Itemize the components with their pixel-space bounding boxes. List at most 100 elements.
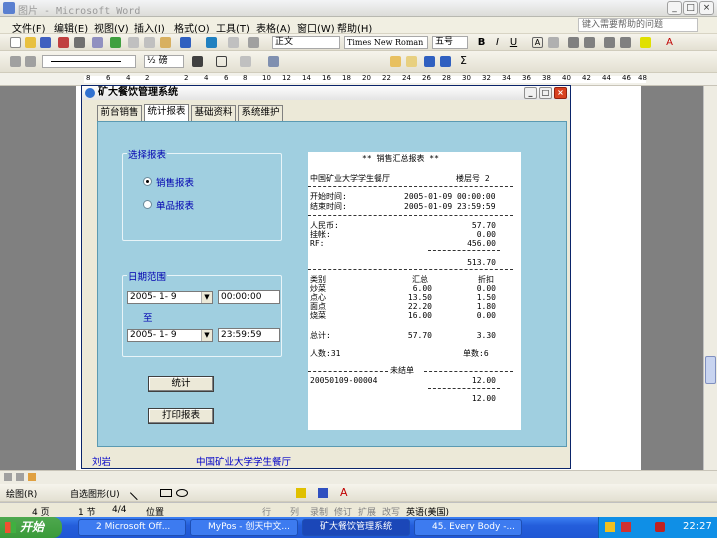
numbering-icon[interactable] — [604, 37, 615, 48]
radio-sales-report[interactable] — [143, 177, 152, 186]
horizontal-scrollbar[interactable] — [0, 470, 717, 484]
clock[interactable]: 22:27 — [683, 521, 712, 532]
menu-help[interactable]: 帮助(H) — [337, 20, 372, 35]
draw-menu[interactable]: 绘图(R) — [6, 487, 37, 500]
spelling-icon[interactable] — [110, 37, 121, 48]
end-date-picker[interactable]: 2005- 1- 9 ▼ — [127, 329, 213, 342]
tray-security-icon[interactable] — [621, 522, 631, 532]
font-size-select[interactable]: 五号 — [432, 36, 468, 49]
line-color-icon[interactable] — [318, 488, 328, 498]
menu-insert[interactable]: 插入(I) — [134, 20, 165, 35]
maximize-button[interactable]: □ — [683, 1, 698, 15]
cut-icon[interactable] — [128, 37, 139, 48]
fill-color-icon[interactable] — [296, 488, 306, 498]
autosum-icon[interactable]: Σ — [458, 54, 469, 67]
app-maximize-button[interactable]: □ — [539, 87, 552, 99]
borders-icon[interactable] — [216, 56, 227, 67]
task-music[interactable]: 45. Every Body -... — [414, 519, 522, 536]
end-time-input[interactable]: 23:59:59 — [218, 328, 280, 342]
highlight-icon[interactable] — [640, 37, 651, 48]
autoformat-icon[interactable] — [390, 56, 401, 67]
item-report-label[interactable]: 单品报表 — [156, 198, 194, 212]
print-icon[interactable] — [74, 37, 85, 48]
app-minimize-button[interactable]: _ — [524, 87, 537, 99]
menu-view[interactable]: 视图(V) — [94, 20, 129, 35]
menu-file[interactable]: 文件(F) — [12, 20, 46, 35]
font-select[interactable]: Times New Roman — [344, 36, 428, 49]
sort-asc-icon[interactable] — [424, 56, 435, 67]
app-icon — [85, 88, 95, 98]
line-weight-select[interactable]: ½ 磅 — [144, 55, 184, 68]
columns-icon[interactable] — [248, 37, 259, 48]
menu-format[interactable]: 格式(O) — [174, 20, 210, 35]
web-view-icon[interactable] — [16, 473, 24, 481]
underline-icon[interactable]: U — [508, 37, 519, 48]
minimize-button[interactable]: _ — [667, 1, 682, 15]
line-style-select[interactable] — [42, 55, 136, 68]
shade-char-icon[interactable] — [548, 37, 559, 48]
sort-desc-icon[interactable] — [440, 56, 451, 67]
task-canteen-app[interactable]: 矿大餐饮管理系统 — [302, 519, 410, 536]
close-button[interactable]: × — [699, 1, 714, 15]
chevron-down-icon[interactable]: ▼ — [201, 330, 212, 341]
italic-icon[interactable]: I — [492, 37, 503, 48]
chevron-down-icon[interactable]: ▼ — [201, 292, 212, 303]
print-report-button[interactable]: 打印报表 — [148, 408, 214, 424]
copy-icon[interactable] — [144, 37, 155, 48]
line-tool-icon[interactable] — [129, 485, 145, 501]
rectangle-tool-icon[interactable] — [160, 489, 172, 497]
draw-font-color-icon[interactable]: A — [340, 486, 348, 499]
insert-table-icon[interactable] — [268, 56, 279, 67]
table-icon[interactable] — [228, 37, 239, 48]
oval-tool-icon[interactable] — [176, 489, 188, 497]
distribute-icon[interactable] — [406, 56, 417, 67]
task-word[interactable]: 2 Microsoft Off... — [78, 519, 186, 536]
autoshape-menu[interactable]: 自选图形(U) — [70, 487, 120, 500]
menu-window[interactable]: 窗口(W) — [297, 20, 335, 35]
style-select[interactable]: 正文 — [272, 36, 340, 49]
open-icon[interactable] — [25, 37, 36, 48]
sales-report-label[interactable]: 销售报表 — [156, 175, 194, 189]
permission-icon[interactable] — [58, 37, 69, 48]
print-view-icon[interactable] — [28, 473, 36, 481]
bold-icon[interactable]: B — [476, 37, 487, 48]
app-close-button[interactable]: × — [554, 87, 567, 99]
border-color-icon[interactable] — [192, 56, 203, 67]
save-icon[interactable] — [40, 37, 51, 48]
tab-reports[interactable]: 统计报表 — [144, 104, 189, 121]
tab-system[interactable]: 系统维护 — [238, 105, 283, 121]
font-color-icon[interactable]: A — [664, 37, 675, 48]
help-search-input[interactable]: 键入需要帮助的问题 — [578, 18, 698, 32]
tab-base-data[interactable]: 基础资料 — [191, 105, 236, 121]
total-discount: 3.30 — [476, 331, 496, 340]
bullets-icon[interactable] — [620, 37, 631, 48]
menu-edit[interactable]: 编辑(E) — [54, 20, 88, 35]
start-button[interactable]: 开始 — [0, 517, 62, 538]
border-char-icon[interactable]: A — [532, 37, 543, 48]
draw-table-icon[interactable] — [10, 56, 21, 67]
tray-shield-icon[interactable] — [655, 522, 665, 532]
task-mypos[interactable]: MyPos - 创天中文... — [190, 519, 298, 536]
start-date-picker[interactable]: 2005- 1- 9 ▼ — [127, 291, 213, 304]
stats-button[interactable]: 统计 — [148, 376, 214, 392]
tray-app-icon[interactable] — [605, 522, 615, 532]
scroll-thumb[interactable] — [705, 356, 716, 384]
menu-tools[interactable]: 工具(T) — [216, 20, 250, 35]
hyperlink-icon[interactable] — [206, 37, 217, 48]
radio-item-report[interactable] — [143, 200, 152, 209]
paste-icon[interactable] — [160, 37, 171, 48]
menu-table[interactable]: 表格(A) — [256, 20, 291, 35]
vertical-scrollbar[interactable] — [703, 86, 717, 470]
eraser-icon[interactable] — [25, 56, 36, 67]
total-label: 总计: — [310, 331, 331, 340]
shading-icon[interactable] — [240, 56, 251, 67]
normal-view-icon[interactable] — [4, 473, 12, 481]
tab-front-sales[interactable]: 前台销售 — [97, 105, 142, 121]
system-tray: 22:27 — [598, 517, 717, 538]
new-icon[interactable] — [10, 37, 21, 48]
align-left-icon[interactable] — [568, 37, 579, 48]
preview-icon[interactable] — [92, 37, 103, 48]
start-time-input[interactable]: 00:00:00 — [218, 290, 280, 304]
undo-icon[interactable] — [180, 37, 191, 48]
align-center-icon[interactable] — [584, 37, 595, 48]
